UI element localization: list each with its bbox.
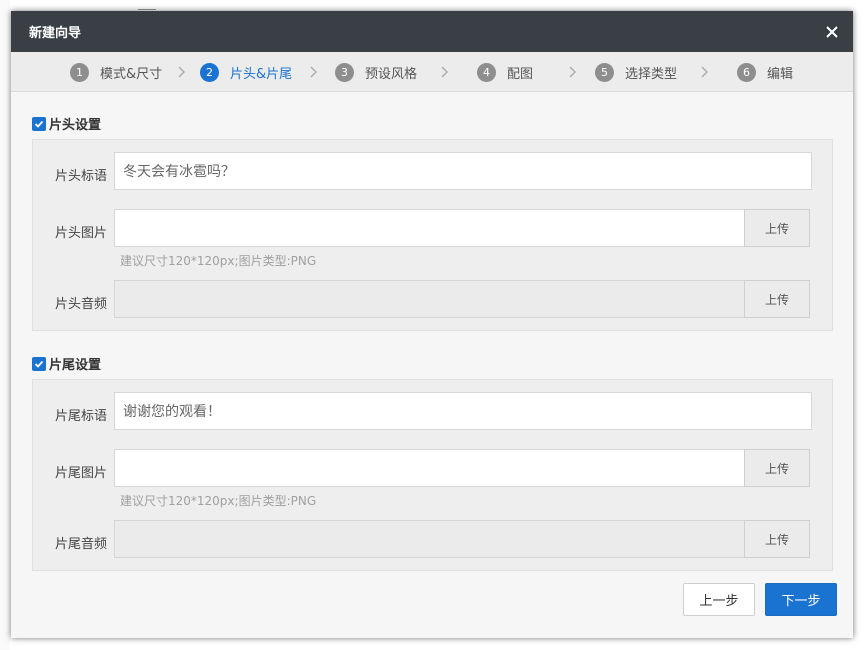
step-label: 编辑 [767,66,794,82]
wizard-steps: 1 模式&尺寸 2 片头&片尾 3 预设风格 4 配图 5 选择类型 6 编辑 [11,52,853,92]
step-number: 2 [200,62,219,82]
dialog-titlebar: 新建向导 [11,11,853,52]
outro-audio-label: 片尾音频 [55,537,108,552]
step-images[interactable]: 4 配图 [477,52,533,92]
intro-audio-label: 片头音频 [55,297,108,312]
outro-image-upload-button[interactable]: 上传 [744,449,810,487]
step-label: 模式&尺寸 [100,66,163,82]
chevron-right-icon [310,66,317,78]
next-step-button[interactable]: 下一步 [765,583,837,616]
background-fragment [138,0,156,10]
step-number: 5 [595,62,614,82]
step-select-type[interactable]: 5 选择类型 [595,52,677,92]
intro-image-input[interactable] [114,209,745,247]
intro-image-upload-button[interactable]: 上传 [744,209,810,247]
outro-settings-checkbox[interactable]: 片尾设置 [32,354,101,373]
step-number: 4 [477,62,496,82]
intro-image-hint: 建议尺寸120*120px;图片类型:PNG [120,254,317,268]
outro-slogan-input[interactable]: 谢谢您的观看！ [114,392,812,430]
step-label: 预设风格 [365,66,418,82]
intro-audio-upload-button[interactable]: 上传 [744,280,810,318]
intro-image-label: 片头图片 [55,226,108,241]
step-intro-outro[interactable]: 2 片头&片尾 [200,52,292,92]
intro-settings-panel: 片头标语 冬天会有冰雹吗？ 片头图片 上传 建议尺寸120*120px;图片类型… [32,139,833,331]
outro-image-input[interactable] [114,449,745,487]
outro-settings-heading: 片尾设置 [49,358,102,373]
chevron-right-icon [569,66,576,78]
checkbox-checked-icon [32,116,46,131]
new-wizard-dialog: 新建向导 1 模式&尺寸 2 片头&片尾 3 预设风格 4 配图 5 选择类型 [11,11,853,638]
step-label: 配图 [507,66,534,82]
outro-slogan-label: 片尾标语 [55,409,108,424]
background-window [0,0,10,650]
outro-settings-panel: 片尾标语 谢谢您的观看！ 片尾图片 上传 建议尺寸120*120px;图片类型:… [32,379,833,571]
step-number: 3 [335,62,354,82]
step-mode-size[interactable]: 1 模式&尺寸 [70,52,162,92]
chevron-right-icon [178,66,185,78]
chevron-right-icon [441,66,448,78]
outro-audio-upload-button[interactable]: 上传 [744,520,810,558]
outro-image-label: 片尾图片 [55,466,108,481]
step-edit[interactable]: 6 编辑 [737,52,793,92]
intro-slogan-label: 片头标语 [55,169,108,184]
intro-settings-checkbox[interactable]: 片头设置 [32,114,101,133]
close-button[interactable] [821,21,843,43]
step-number: 6 [737,62,756,82]
step-label: 选择类型 [625,66,678,82]
checkbox-checked-icon [32,356,46,371]
chevron-right-icon [701,66,708,78]
intro-slogan-input[interactable]: 冬天会有冰雹吗？ [114,152,812,190]
dialog-title: 新建向导 [29,26,82,41]
outro-image-hint: 建议尺寸120*120px;图片类型:PNG [120,494,317,508]
step-preset-style[interactable]: 3 预设风格 [335,52,417,92]
intro-audio-input[interactable] [114,280,745,318]
step-label: 片头&片尾 [230,66,293,82]
previous-step-button[interactable]: 上一步 [683,583,755,616]
intro-settings-heading: 片头设置 [49,118,102,133]
close-icon [826,25,838,38]
step-number: 1 [70,62,89,82]
outro-audio-input[interactable] [114,520,745,558]
